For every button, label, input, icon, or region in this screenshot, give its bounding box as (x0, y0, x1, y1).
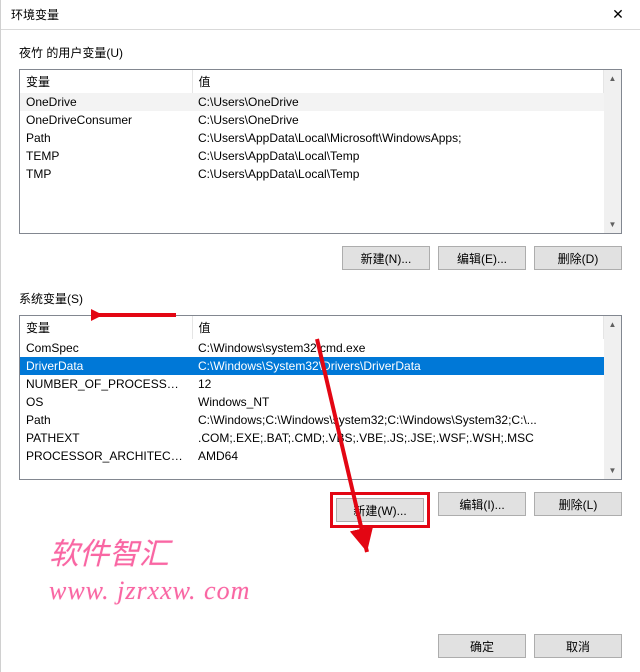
table-row[interactable]: ComSpecC:\Windows\system32\cmd.exe (20, 339, 604, 357)
system-vars-buttons: 新建(W)... 编辑(I)... 删除(L) (19, 492, 622, 528)
system-edit-button[interactable]: 编辑(I)... (438, 492, 526, 516)
var-value-cell: .COM;.EXE;.BAT;.CMD;.VBS;.VBE;.JS;.JSE;.… (192, 429, 604, 447)
var-name-cell: ComSpec (20, 339, 192, 357)
dialog-footer: 确定 取消 (1, 622, 640, 672)
scroll-up-icon[interactable]: ▲ (604, 316, 621, 333)
table-row[interactable]: PathC:\Windows;C:\Windows\system32;C:\Wi… (20, 411, 604, 429)
user-edit-button[interactable]: 编辑(E)... (438, 246, 526, 270)
ok-button[interactable]: 确定 (438, 634, 526, 658)
var-name-cell: TMP (20, 165, 192, 183)
var-value-cell: C:\Users\OneDrive (192, 111, 604, 129)
user-vars-label: 夜竹 的用户变量(U) (19, 44, 622, 61)
system-vars-table-wrap: 变量 值 ComSpecC:\Windows\system32\cmd.exeD… (19, 315, 622, 480)
var-value-cell: C:\Windows\system32\cmd.exe (192, 339, 604, 357)
table-row[interactable]: NUMBER_OF_PROCESSORS12 (20, 375, 604, 393)
col-val[interactable]: 值 (192, 316, 604, 339)
var-name-cell: TEMP (20, 147, 192, 165)
system-delete-button[interactable]: 删除(L) (534, 492, 622, 516)
var-value-cell: AMD64 (192, 447, 604, 465)
table-row[interactable]: PathC:\Users\AppData\Local\Microsoft\Win… (20, 129, 604, 147)
user-vars-table[interactable]: 变量 值 OneDriveC:\Users\OneDriveOneDriveCo… (20, 70, 604, 183)
var-value-cell: Windows_NT (192, 393, 604, 411)
system-vars-group: 系统变量(S) 变量 值 ComSpecC:\Windows\system32\… (19, 290, 622, 528)
col-var[interactable]: 变量 (20, 70, 192, 93)
table-row[interactable]: TEMPC:\Users\AppData\Local\Temp (20, 147, 604, 165)
table-row[interactable]: PROCESSOR_ARCHITECT...AMD64 (20, 447, 604, 465)
var-name-cell: DriverData (20, 357, 192, 375)
var-name-cell: Path (20, 411, 192, 429)
var-value-cell: C:\Users\AppData\Local\Microsoft\Windows… (192, 129, 604, 147)
var-name-cell: Path (20, 129, 192, 147)
var-value-cell: C:\Users\AppData\Local\Temp (192, 165, 604, 183)
var-value-cell: C:\Users\AppData\Local\Temp (192, 147, 604, 165)
user-vars-buttons: 新建(N)... 编辑(E)... 删除(D) (19, 246, 622, 270)
titlebar: 环境变量 ✕ (1, 0, 640, 30)
user-vars-group: 夜竹 的用户变量(U) 变量 值 OneDriveC:\Users\OneDri… (19, 44, 622, 270)
scroll-down-icon[interactable]: ▼ (604, 462, 621, 479)
user-new-button[interactable]: 新建(N)... (342, 246, 430, 270)
var-name-cell: NUMBER_OF_PROCESSORS (20, 375, 192, 393)
watermark: 软件智汇 www. jzrxxw. com (49, 535, 250, 608)
close-icon[interactable]: ✕ (596, 0, 640, 30)
annotation-highlight: 新建(W)... (330, 492, 430, 528)
var-name-cell: PATHEXT (20, 429, 192, 447)
col-var[interactable]: 变量 (20, 316, 192, 339)
system-new-button[interactable]: 新建(W)... (336, 498, 424, 522)
table-row[interactable]: TMPC:\Users\AppData\Local\Temp (20, 165, 604, 183)
var-value-cell: C:\Windows;C:\Windows\system32;C:\Window… (192, 411, 604, 429)
table-row[interactable]: PATHEXT.COM;.EXE;.BAT;.CMD;.VBS;.VBE;.JS… (20, 429, 604, 447)
var-name-cell: OneDriveConsumer (20, 111, 192, 129)
table-row[interactable]: DriverDataC:\Windows\System32\Drivers\Dr… (20, 357, 604, 375)
var-value-cell: C:\Users\OneDrive (192, 93, 604, 111)
system-vars-table[interactable]: 变量 值 ComSpecC:\Windows\system32\cmd.exeD… (20, 316, 604, 465)
var-value-cell: C:\Windows\System32\Drivers\DriverData (192, 357, 604, 375)
dialog-title: 环境变量 (11, 6, 59, 23)
var-name-cell: OneDrive (20, 93, 192, 111)
scrollbar[interactable]: ▲ ▼ (604, 316, 621, 479)
scroll-up-icon[interactable]: ▲ (604, 70, 621, 87)
col-val[interactable]: 值 (192, 70, 604, 93)
env-vars-dialog: 环境变量 ✕ 夜竹 的用户变量(U) 变量 值 OneDriveC:\Users… (0, 0, 640, 672)
var-name-cell: PROCESSOR_ARCHITECT... (20, 447, 192, 465)
system-vars-label: 系统变量(S) (19, 290, 622, 307)
var-name-cell: OS (20, 393, 192, 411)
scrollbar[interactable]: ▲ ▼ (604, 70, 621, 233)
user-vars-table-wrap: 变量 值 OneDriveC:\Users\OneDriveOneDriveCo… (19, 69, 622, 234)
table-row[interactable]: OneDriveConsumerC:\Users\OneDrive (20, 111, 604, 129)
var-value-cell: 12 (192, 375, 604, 393)
table-row[interactable]: OSWindows_NT (20, 393, 604, 411)
table-row[interactable]: OneDriveC:\Users\OneDrive (20, 93, 604, 111)
user-delete-button[interactable]: 删除(D) (534, 246, 622, 270)
watermark-line2: www. jzrxxw. com (49, 574, 250, 608)
watermark-line1: 软件智汇 (49, 535, 250, 574)
cancel-button[interactable]: 取消 (534, 634, 622, 658)
dialog-content: 夜竹 的用户变量(U) 变量 值 OneDriveC:\Users\OneDri… (1, 30, 640, 622)
scroll-down-icon[interactable]: ▼ (604, 216, 621, 233)
